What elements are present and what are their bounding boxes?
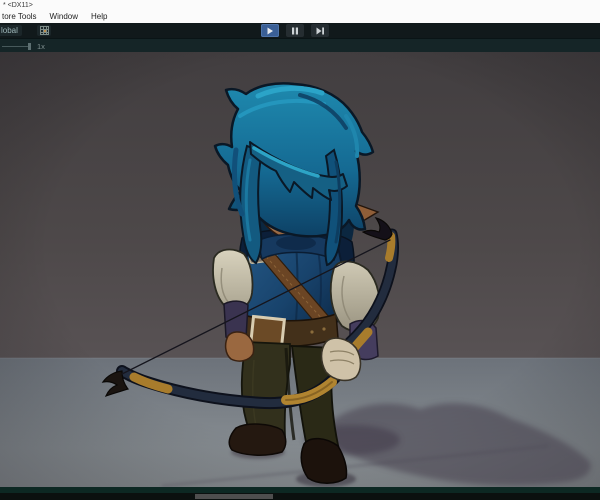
preview-viewport[interactable] — [0, 52, 600, 487]
speed-slider-track[interactable] — [2, 46, 30, 47]
menu-item-store-tools[interactable]: tore Tools — [2, 12, 37, 21]
pivot-global-label: lobal — [1, 26, 18, 35]
pivot-global-button[interactable]: lobal — [0, 25, 22, 36]
step-button[interactable] — [311, 24, 329, 37]
grid-snap-button[interactable] — [37, 25, 51, 36]
left-hand — [224, 331, 255, 362]
character-preview-scene — [0, 52, 600, 487]
play-button[interactable] — [261, 24, 279, 37]
pause-icon — [292, 27, 298, 34]
step-forward-icon — [316, 27, 324, 34]
speed-slider-knob[interactable] — [28, 43, 31, 50]
window-titlebar: * <DX11> — [0, 0, 600, 10]
grid-snap-icon — [39, 26, 49, 35]
bow-gold-tip-upper — [385, 232, 396, 262]
menu-item-window[interactable]: Window — [50, 12, 78, 21]
horizontal-scrollbar-thumb[interactable] — [195, 494, 273, 499]
speed-label: 1x — [37, 42, 45, 51]
bottom-scrollbar-track[interactable] — [0, 493, 600, 500]
menu-item-help[interactable]: Help — [91, 12, 107, 21]
unity-editor-window: * <DX11> tore Tools Window Help lobal 1x — [0, 0, 600, 500]
preview-speed-bar: 1x — [0, 38, 600, 52]
editor-toolbar: lobal — [0, 23, 600, 38]
play-icon — [267, 27, 273, 34]
window-title: * <DX11> — [3, 2, 33, 9]
pause-button[interactable] — [286, 24, 304, 37]
playback-controls — [261, 24, 329, 37]
menu-bar: tore Tools Window Help — [0, 10, 600, 23]
